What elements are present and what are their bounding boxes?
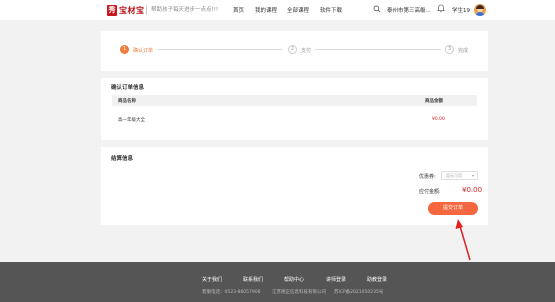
product-name: 高一年级大全 [118, 118, 145, 123]
step-1-label: 确认订单 [133, 48, 154, 54]
nav-home[interactable]: 首页 [233, 6, 244, 14]
product-amount: ¥0.00 [432, 117, 445, 122]
amount-due-label: 应付金额: [419, 189, 441, 195]
site-slogan: 帮助孩子每天进步一点点!!! [151, 7, 219, 13]
username[interactable]: 学生19 [452, 6, 470, 14]
confirm-order-card: 确认订单信息 商品名称 商品金额 高一年级大全 ¥0.00 [101, 78, 488, 140]
order-table-header: 商品名称 商品金额 [112, 95, 477, 106]
logo-mark: 秀 [107, 4, 117, 16]
step-divider [315, 49, 441, 50]
footer-icp[interactable]: 苏ICP备2021050235号 [334, 289, 383, 295]
top-header: 秀 宝材宝 帮助孩子每天进步一点点!!! 首页 我的课程 全部课程 软件下载 泰… [0, 0, 555, 20]
nav-all-courses[interactable]: 全部课程 [287, 6, 309, 14]
step-divider [158, 49, 282, 50]
chevron-down-icon[interactable]: ▾ [421, 6, 424, 12]
footer-phone: 客服电话：0523-86057906 [202, 290, 261, 295]
column-header-amount: 商品金额 [425, 99, 443, 104]
step-2-number: 2 [288, 45, 297, 54]
logo-divider [146, 5, 147, 15]
step-2-label: 支付 [301, 48, 312, 54]
footer-link-assistant-login[interactable]: 助教登录 [367, 276, 387, 283]
coupon-label: 优惠券: [419, 174, 436, 180]
nav-my-courses[interactable]: 我的课程 [255, 6, 277, 14]
site-logo[interactable]: 秀 宝材宝 [107, 4, 145, 16]
arrow-annotation-icon [455, 219, 471, 261]
footer-link-about[interactable]: 关于我们 [202, 276, 222, 283]
order-steps: 1 确认订单 2 支付 3 完成 [101, 31, 488, 71]
avatar[interactable] [474, 4, 486, 16]
settlement-card: 结算信息 优惠券: 暂无可用 ▾ 应付金额: ¥0.00 提交订单 [101, 147, 488, 225]
step-3-number: 3 [445, 45, 454, 54]
column-header-name: 商品名称 [118, 99, 136, 104]
amount-due-value: ¥0.00 [462, 186, 483, 194]
step-1-number: 1 [120, 45, 129, 54]
coupon-select[interactable]: 暂无可用 ▾ [441, 171, 478, 180]
nav-software-download[interactable]: 软件下载 [320, 6, 342, 14]
logo-text: 宝材宝 [119, 4, 145, 15]
submit-order-button[interactable]: 提交订单 [428, 202, 478, 215]
confirm-order-title: 确认订单信息 [111, 85, 145, 91]
footer-link-help[interactable]: 帮助中心 [284, 276, 304, 283]
bell-icon[interactable] [437, 4, 445, 13]
coupon-placeholder: 暂无可用 [446, 173, 462, 178]
chevron-down-icon: ▾ [471, 173, 474, 178]
footer-company: 江苏德正信息科技有限公司 [272, 290, 326, 295]
step-3-label: 完成 [458, 48, 469, 54]
site-footer: 关于我们 联系我们 帮助中心 讲师登录 助教登录 客服电话：0523-86057… [0, 262, 555, 302]
footer-link-contact[interactable]: 联系我们 [243, 276, 263, 283]
footer-link-teacher-login[interactable]: 讲师登录 [326, 276, 346, 283]
school-selector[interactable]: 泰州市第三高级... [387, 6, 431, 14]
search-icon[interactable] [373, 5, 381, 13]
settlement-title: 结算信息 [111, 156, 134, 162]
